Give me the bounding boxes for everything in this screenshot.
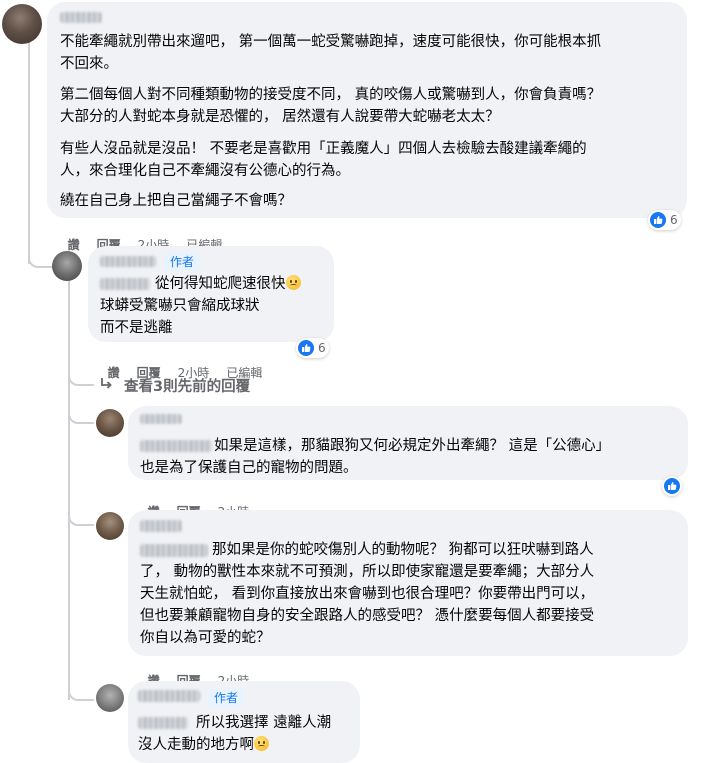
avatar[interactable] (2, 4, 42, 44)
thread-line (28, 42, 30, 264)
mention-blurred[interactable] (100, 278, 150, 290)
author-badge: 作者 (208, 689, 245, 707)
comment-text: 球蟒受驚嚇只會縮成球狀 (100, 298, 260, 314)
thinking-emoji-icon (254, 736, 269, 751)
author-name-blurred[interactable] (100, 256, 156, 267)
mention-blurred[interactable] (138, 717, 188, 729)
thread-line (68, 510, 94, 526)
like-button[interactable]: 讚 (68, 238, 80, 252)
author-name-blurred[interactable] (140, 520, 182, 532)
comment-text: 所以我選擇 遠離人潮 (196, 715, 332, 731)
mention-blurred[interactable] (140, 440, 212, 452)
comment-text: 從何得知蛇爬速很快 (155, 273, 301, 295)
comment-text: 你自以為可愛的蛇？ (140, 630, 271, 646)
mention-blurred[interactable] (140, 544, 208, 557)
reaction-count[interactable]: 6 (296, 338, 329, 358)
reaction-icon[interactable] (662, 476, 682, 496)
thread-line (68, 685, 94, 701)
author-name-blurred[interactable] (140, 414, 182, 424)
thread-line (28, 252, 54, 268)
like-icon (298, 340, 314, 356)
thread-line (68, 370, 94, 386)
comment-text: 如果是這樣，那貓跟狗又何必規定外出牽繩？ 這是「公德心」 (214, 438, 611, 454)
reaction-count[interactable]: 6 (648, 210, 681, 230)
comment-text: 了， 動物的獸性本來就不可預測，所以即使家寵還是要牽繩；大部分人 (140, 564, 595, 580)
comment-text: 天生就怕蛇， 看到你直接放出來會嚇到也很合理吧？你要帶出門可以， (140, 586, 595, 602)
avatar[interactable] (96, 512, 124, 540)
comment-text: 沒人走動的地方啊 (138, 734, 269, 756)
author-name-blurred[interactable] (138, 690, 200, 702)
comment-text: 而不是逃離 (100, 320, 173, 336)
comment-text: 也是為了保護自己的寵物的問題。 (140, 460, 358, 476)
author-badge: 作者 (164, 253, 201, 271)
thread-line (68, 408, 94, 424)
avatar[interactable] (52, 251, 82, 281)
reply-arrow-icon (101, 378, 112, 389)
like-icon (664, 478, 680, 494)
like-icon (650, 212, 666, 228)
comment-text: 但也要兼顧寵物自身的安全跟路人的感受吧？ 憑什麼要每個人都要接受 (140, 608, 595, 624)
author-name-blurred[interactable] (60, 12, 102, 23)
comment-text: 那如果是你的蛇咬傷別人的動物呢？ 狗都可以狂吠嚇到路人 (212, 542, 594, 558)
thinking-emoji-icon (285, 275, 301, 290)
avatar[interactable] (96, 409, 124, 437)
avatar[interactable] (96, 684, 124, 712)
thread-line (68, 270, 70, 700)
